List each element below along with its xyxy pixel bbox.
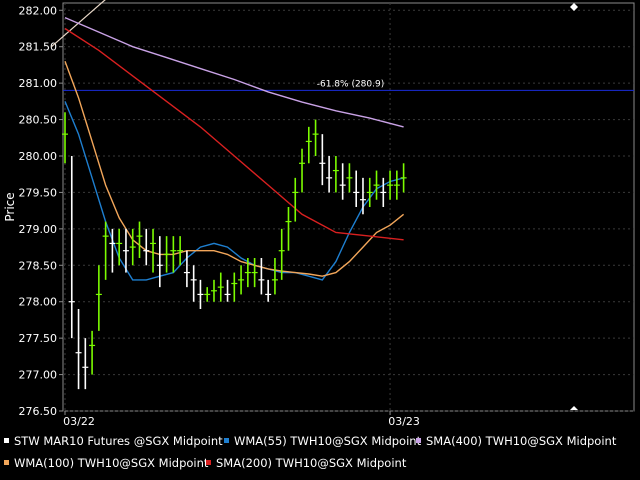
legend-label: STW MAR10 Futures @SGX Midpoint: [14, 434, 223, 448]
y-tick-label: 279.50: [19, 186, 58, 199]
y-axis-ticks: 282.00 281.50 281.00 280.50 280.00 279.50 279.…: [19, 4, 63, 418]
legend-item-wma55: WMA(55) TWH10@SGX Midpoint: [224, 434, 421, 448]
plot-area: [62, 2, 635, 412]
y-tick-label: 281.00: [19, 77, 58, 90]
x-axis-ticks: 03/22 03/23: [63, 411, 420, 428]
legend-item-price: STW MAR10 Futures @SGX Midpoint: [4, 434, 223, 448]
legend-label: SMA(200) TWH10@SGX Midpoint: [216, 456, 407, 470]
legend-label: SMA(400) TWH10@SGX Midpoint: [426, 434, 617, 448]
legend-item-sma200: SMA(200) TWH10@SGX Midpoint: [206, 456, 406, 470]
y-tick-label: 282.00: [19, 4, 58, 17]
x-tick-label: 03/23: [388, 415, 420, 428]
legend-label: WMA(100) TWH10@SGX Midpoint: [14, 456, 209, 470]
y-tick-label: 276.50: [19, 405, 58, 418]
legend-swatch-icon: [224, 438, 229, 443]
y-tick-label: 279.00: [19, 223, 58, 236]
y-axis-label: Price: [3, 192, 17, 221]
legend-swatch-icon: [206, 460, 211, 465]
legend-item-sma400: SMA(400) TWH10@SGX Midpoint: [416, 434, 616, 448]
y-tick-label: 278.00: [19, 296, 58, 309]
price-chart: 282.00 281.50 281.00 280.50 280.00 279.50 279.…: [3, 0, 635, 428]
legend-swatch-icon: [4, 438, 9, 443]
y-tick-label: 280.50: [19, 114, 58, 127]
legend-label: WMA(55) TWH10@SGX Midpoint: [234, 434, 422, 448]
y-tick-label: 281.50: [19, 41, 58, 54]
legend-item-wma100: WMA(100) TWH10@SGX Midpoint: [4, 456, 208, 470]
legend-swatch-icon: [4, 460, 9, 465]
x-tick-label: 03/22: [63, 415, 95, 428]
y-tick-label: 277.50: [19, 332, 58, 345]
fibonacci-level-label: -61.8% (280.9): [317, 79, 385, 89]
y-tick-label: 277.00: [19, 369, 58, 382]
y-tick-label: 280.00: [19, 150, 58, 163]
y-tick-label: 278.50: [19, 259, 58, 272]
legend-swatch-icon: [416, 438, 421, 443]
